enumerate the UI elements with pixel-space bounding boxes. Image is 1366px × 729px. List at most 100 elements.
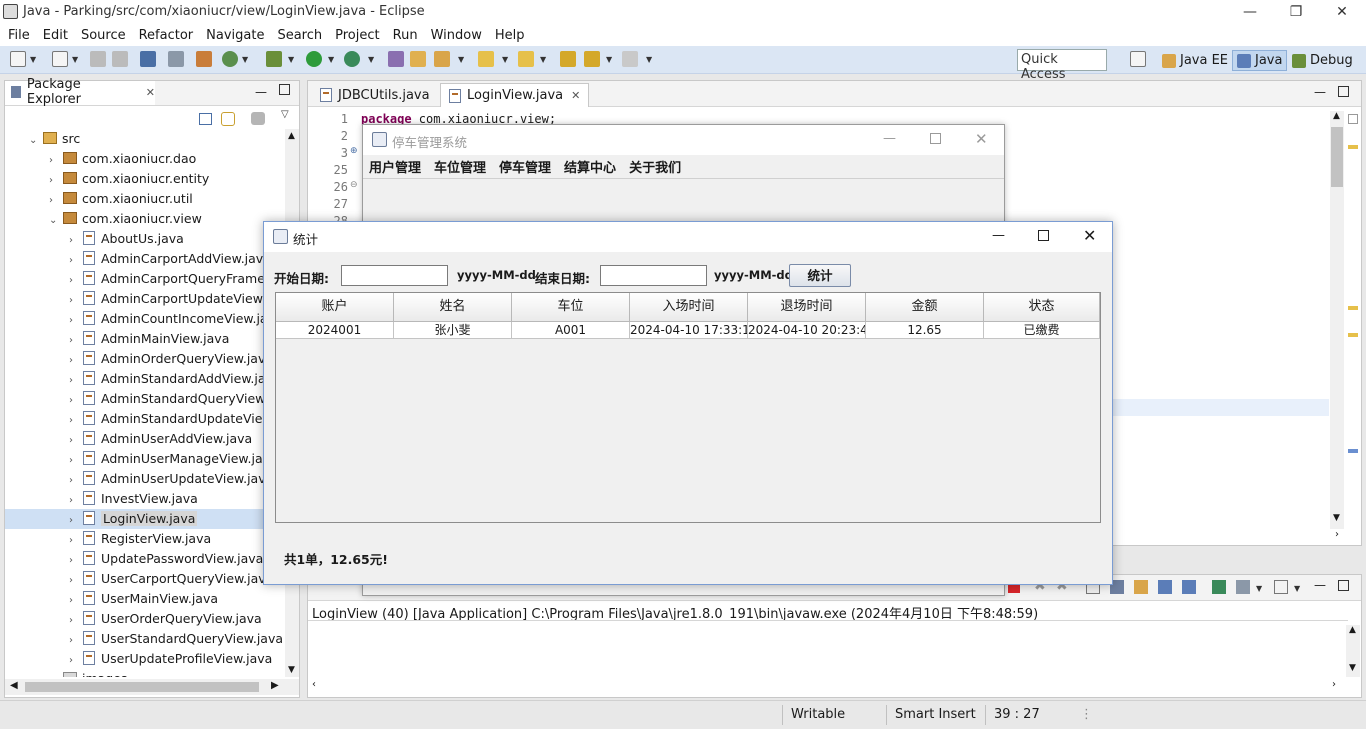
tree-item[interactable]: › AdminOrderQueryView.java <box>5 349 285 369</box>
tree-item[interactable]: › com.xiaoniucr.entity <box>5 169 285 189</box>
column-header[interactable]: 账户 <box>276 293 394 322</box>
tree-item[interactable]: › AdminUserManageView.java <box>5 449 285 469</box>
table-cell[interactable]: A001 <box>512 322 630 339</box>
skip-breakpoints-icon[interactable] <box>168 51 184 67</box>
menu-file[interactable]: File <box>8 28 30 43</box>
close-icon[interactable]: ✕ <box>1319 2 1365 22</box>
chevron-right-icon[interactable]: › <box>49 191 63 211</box>
chevron-down-icon[interactable]: ⌄ <box>49 211 63 231</box>
collapse-all-icon[interactable] <box>199 113 212 125</box>
tree-item[interactable]: › AdminStandardAddView.java <box>5 369 285 389</box>
tree-item[interactable]: › UserCarportQueryView.java <box>5 569 285 589</box>
column-header[interactable]: 退场时间 <box>748 293 866 322</box>
chevron-left-icon[interactable]: ‹ <box>312 679 316 690</box>
chevron-down-icon[interactable]: ▼ <box>1256 584 1262 593</box>
debug-icon[interactable] <box>266 51 282 67</box>
close-icon[interactable]: ✕ <box>975 130 988 148</box>
chevron-down-icon[interactable]: ▼ <box>1349 663 1356 673</box>
chevron-right-icon[interactable]: › <box>69 591 83 611</box>
minimize-icon[interactable]: — <box>1314 85 1326 99</box>
minimize-icon[interactable]: — <box>883 131 896 146</box>
tab-jdbcutils[interactable]: JDBCUtils.java <box>312 83 438 107</box>
tab-loginview[interactable]: LoginView.java ✕ <box>440 83 590 107</box>
minimize-icon[interactable]: — <box>992 228 1005 243</box>
restore-icon[interactable]: ❐ <box>1273 2 1319 22</box>
chevron-down-icon[interactable]: ▼ <box>606 55 612 64</box>
chevron-right-icon[interactable]: › <box>49 151 63 171</box>
chevron-right-icon[interactable]: › <box>69 491 83 511</box>
menu-search[interactable]: Search <box>277 28 322 43</box>
tree-item[interactable]: › UserOrderQueryView.java <box>5 609 285 629</box>
perspective-debug[interactable]: Debug <box>1288 50 1357 71</box>
tree-item[interactable]: › LoginView.java <box>5 509 285 529</box>
column-header[interactable]: 车位 <box>512 293 630 322</box>
chevron-right-icon[interactable]: › <box>69 311 83 331</box>
scrollbar-thumb[interactable] <box>25 682 259 692</box>
tree-item[interactable]: › UpdatePasswordView.java <box>5 549 285 569</box>
column-header[interactable]: 姓名 <box>394 293 512 322</box>
chevron-down-icon[interactable]: ▼ <box>646 55 652 64</box>
chevron-down-icon[interactable]: ▼ <box>368 55 374 64</box>
tree-item[interactable]: › AdminStandardUpdateView.java <box>5 409 285 429</box>
tree-item[interactable]: › UserMainView.java <box>5 589 285 609</box>
chevron-right-icon[interactable]: › <box>69 371 83 391</box>
chevron-right-icon[interactable]: › <box>69 631 83 651</box>
tree-item[interactable]: › AdminUserUpdateView.java <box>5 469 285 489</box>
tree-item[interactable]: › AdminStandardQueryView.java <box>5 389 285 409</box>
chevron-right-icon[interactable]: › <box>69 571 83 591</box>
chevron-up-icon[interactable]: ▲ <box>288 131 295 141</box>
tree-item[interactable]: › AdminCarportQueryFrame.java <box>5 269 285 289</box>
chevron-right-icon[interactable]: › <box>69 411 83 431</box>
tree-item[interactable]: › images <box>5 669 285 677</box>
tree-item[interactable]: › UserStandardQueryView.java <box>5 629 285 649</box>
perspective-java-ee[interactable]: Java EE <box>1158 50 1232 71</box>
perspective-java[interactable]: Java <box>1232 50 1288 71</box>
chevron-right-icon[interactable]: › <box>69 611 83 631</box>
chevron-right-icon[interactable]: › <box>69 651 83 671</box>
tree-item[interactable]: › com.xiaoniucr.util <box>5 189 285 209</box>
save-all-icon[interactable] <box>112 51 128 67</box>
chevron-down-icon[interactable]: ▼ <box>540 55 546 64</box>
chevron-right-icon[interactable]: › <box>69 431 83 451</box>
close-icon[interactable]: ✕ <box>571 89 580 102</box>
chevron-down-icon[interactable]: ▼ <box>30 55 36 64</box>
tree-item[interactable]: › AdminMainView.java <box>5 329 285 349</box>
open-task-icon[interactable] <box>434 51 450 67</box>
menu-parking-management[interactable]: 停车管理 <box>499 157 551 176</box>
maximize-icon[interactable] <box>279 84 290 95</box>
display-console-icon[interactable] <box>1236 580 1250 594</box>
prev-annotation-icon[interactable] <box>518 51 534 67</box>
chevron-right-icon[interactable]: › <box>69 511 83 531</box>
tree-item[interactable]: › InvestView.java <box>5 489 285 509</box>
chevron-right-icon[interactable]: › <box>1332 679 1336 690</box>
chevron-right-icon[interactable]: › <box>69 331 83 351</box>
menu-edit[interactable]: Edit <box>43 28 68 43</box>
menu-settlement-center[interactable]: 结算中心 <box>564 157 616 176</box>
chevron-down-icon[interactable]: ▼ <box>502 55 508 64</box>
chevron-right-icon[interactable]: › <box>69 451 83 471</box>
menu-refactor[interactable]: Refactor <box>139 28 194 43</box>
chevron-right-icon[interactable]: › <box>69 391 83 411</box>
fold-expand-icon[interactable]: ⊕ <box>350 146 358 156</box>
tree-item[interactable]: › AdminCarportAddView.java <box>5 249 285 269</box>
chevron-up-icon[interactable]: ▲ <box>1333 111 1340 121</box>
chevron-right-icon[interactable]: › <box>69 471 83 491</box>
open-console-icon[interactable] <box>1274 580 1288 594</box>
tree-item[interactable]: › AboutUs.java <box>5 229 285 249</box>
chevron-right-icon[interactable]: › <box>69 291 83 311</box>
menu-window[interactable]: Window <box>431 28 482 43</box>
table-cell[interactable]: 2024-04-10 20:23:40 <box>748 322 866 339</box>
editor-vertical-scrollbar[interactable]: ▲ ▼ <box>1330 111 1344 529</box>
build-icon[interactable] <box>196 51 212 67</box>
maximize-icon[interactable] <box>1038 230 1049 241</box>
table-cell[interactable]: 张小斐 <box>394 322 512 339</box>
chevron-down-icon[interactable]: ▼ <box>328 55 334 64</box>
chevron-down-icon[interactable]: ▼ <box>288 665 295 675</box>
run-icon[interactable] <box>306 51 322 67</box>
console-vertical-scrollbar[interactable]: ▲ ▼ <box>1346 625 1360 677</box>
column-header[interactable]: 状态 <box>984 293 1100 322</box>
column-header[interactable]: 入场时间 <box>630 293 748 322</box>
tree-horizontal-scrollbar[interactable]: ◀ ▶ <box>5 679 299 695</box>
maximize-icon[interactable] <box>1338 86 1349 97</box>
menu-navigate[interactable]: Navigate <box>206 28 264 43</box>
